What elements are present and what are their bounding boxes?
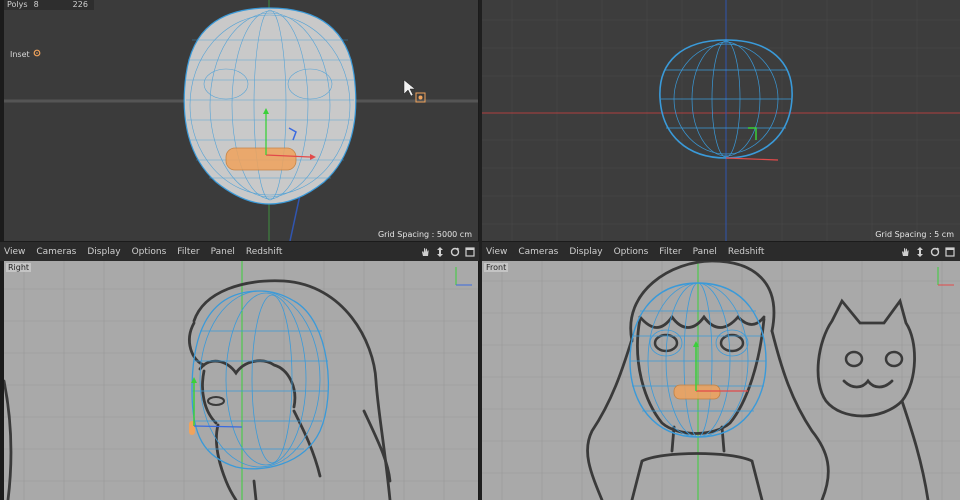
- axis-gizmo-corner: [455, 267, 472, 286]
- gizmo-z-axis[interactable]: [193, 425, 243, 428]
- cinema4d-app: Inset Grid Spacing : 5000 cm Polys 8 226: [0, 0, 960, 500]
- right-scene: [4, 261, 478, 500]
- grid-lines: [4, 261, 478, 500]
- axis-gizmo-corner: [937, 267, 954, 286]
- menu-panel[interactable]: Panel: [693, 247, 724, 257]
- rotate-icon[interactable]: [929, 246, 941, 258]
- right-viewport[interactable]: Right: [4, 261, 478, 500]
- grid-lines: [482, 261, 960, 500]
- viewport-menubar-right-view: View Cameras Display Options Filter Pane…: [0, 242, 480, 261]
- grid-lines: [482, 0, 960, 241]
- gear-icon[interactable]: [33, 49, 41, 59]
- eye-sketch: [207, 396, 225, 406]
- menu-panel[interactable]: Panel: [211, 247, 242, 257]
- menu-cameras[interactable]: Cameras: [36, 247, 83, 257]
- menu-options[interactable]: Options: [614, 247, 656, 257]
- move-vertical-icon[interactable]: [914, 246, 926, 258]
- hand-icon[interactable]: [419, 246, 431, 258]
- menu-cameras[interactable]: Cameras: [518, 247, 565, 257]
- cat-left-eye-sketch: [844, 350, 864, 368]
- gizmo-x-axis[interactable]: [725, 157, 779, 161]
- front-viewport[interactable]: Front: [482, 261, 960, 500]
- grid-spacing-label: Grid Spacing : 5 cm: [875, 230, 954, 239]
- move-vertical-icon[interactable]: [434, 246, 446, 258]
- axis-z-line: [289, 194, 301, 241]
- mouth-selection[interactable]: [225, 147, 297, 171]
- top-scene: [482, 0, 960, 241]
- right-eye-sketch: [719, 333, 745, 353]
- grid-spacing-label: Grid Spacing : 5000 cm: [377, 230, 472, 239]
- rotate-icon[interactable]: [449, 246, 461, 258]
- viewport-divider[interactable]: [479, 0, 482, 500]
- view-name-label: Front: [484, 263, 509, 272]
- menu-display[interactable]: Display: [87, 247, 127, 257]
- menu-display[interactable]: Display: [569, 247, 609, 257]
- cat-right-eye-sketch: [884, 350, 904, 368]
- reference-sketch-side: [4, 279, 392, 500]
- menu-redshift[interactable]: Redshift: [728, 247, 772, 257]
- top-viewport[interactable]: Grid Spacing : 5 cm: [482, 0, 960, 241]
- menu-view[interactable]: View: [4, 247, 32, 257]
- reference-sketch-front: [586, 261, 930, 500]
- menu-view[interactable]: View: [486, 247, 514, 257]
- poly-stats: Polys 8 226: [4, 0, 94, 10]
- active-tool-label: Inset: [10, 49, 41, 59]
- menu-options[interactable]: Options: [132, 247, 174, 257]
- perspective-viewport[interactable]: Inset Grid Spacing : 5000 cm: [4, 0, 478, 241]
- maximize-icon[interactable]: [944, 246, 956, 258]
- viewport-menubar-front-view: View Cameras Display Options Filter Pane…: [482, 242, 960, 261]
- mouse-cursor-icon: [403, 79, 416, 97]
- maximize-icon[interactable]: [464, 246, 476, 258]
- perspective-scene: [4, 0, 478, 241]
- mouth-selection-front[interactable]: [673, 384, 721, 400]
- hand-icon[interactable]: [899, 246, 911, 258]
- view-name-label: Right: [6, 263, 32, 272]
- menu-redshift[interactable]: Redshift: [246, 247, 290, 257]
- menu-filter[interactable]: Filter: [659, 247, 688, 257]
- menu-filter[interactable]: Filter: [177, 247, 206, 257]
- front-scene: [482, 261, 960, 500]
